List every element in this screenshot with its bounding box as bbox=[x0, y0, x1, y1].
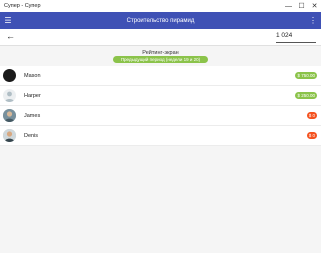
amount-badge: $ 750.00 bbox=[295, 72, 317, 79]
value-field[interactable]: 1 024 bbox=[276, 32, 316, 43]
photo-avatar bbox=[3, 129, 16, 142]
sub-toolbar: ← 1 024 bbox=[0, 29, 321, 46]
default-person-avatar bbox=[3, 89, 16, 102]
player-name: Mason bbox=[24, 72, 41, 79]
amount-badge: $ 0 bbox=[306, 112, 317, 119]
player-name: James bbox=[24, 112, 41, 119]
back-arrow-icon[interactable]: ← bbox=[6, 31, 15, 41]
dark-circle-avatar bbox=[3, 69, 16, 82]
player-name: Harper bbox=[24, 92, 41, 99]
person-silhouette-icon bbox=[5, 91, 14, 102]
hamburger-menu-icon[interactable]: ☰ bbox=[0, 16, 16, 25]
amount-badge: $ 0 bbox=[306, 132, 317, 139]
window-title: Супер - Супер bbox=[4, 3, 41, 9]
period-badge: Предыдущий период (недели 19 и 20) bbox=[113, 56, 208, 63]
close-button[interactable]: ✕ bbox=[308, 0, 321, 12]
list-item[interactable]: Mason $ 750.00 bbox=[0, 66, 321, 86]
list-item[interactable]: James $ 0 bbox=[0, 106, 321, 126]
leaderboard-content: Рейтинг-экран Предыдущий период (недели … bbox=[0, 46, 321, 253]
amount-badge: $ 250.00 bbox=[295, 92, 317, 99]
app-bar: ☰ Строительство пирамид ⋮ bbox=[0, 12, 321, 29]
leaderboard-list: Mason $ 750.00 Harper $ 250.00 James $ 0… bbox=[0, 66, 321, 146]
list-item[interactable]: Harper $ 250.00 bbox=[0, 86, 321, 106]
photo-avatar bbox=[3, 109, 16, 122]
window-titlebar: Супер - Супер — ☐ ✕ bbox=[0, 0, 321, 12]
photo-avatar-icon bbox=[3, 109, 16, 122]
photo-avatar-icon bbox=[3, 129, 16, 142]
maximize-button[interactable]: ☐ bbox=[295, 0, 308, 12]
more-options-icon[interactable]: ⋮ bbox=[305, 16, 321, 25]
list-item[interactable]: Denis $ 0 bbox=[0, 126, 321, 146]
player-name: Denis bbox=[24, 132, 39, 139]
app-title: Строительство пирамид bbox=[126, 17, 195, 24]
minimize-button[interactable]: — bbox=[282, 0, 295, 12]
